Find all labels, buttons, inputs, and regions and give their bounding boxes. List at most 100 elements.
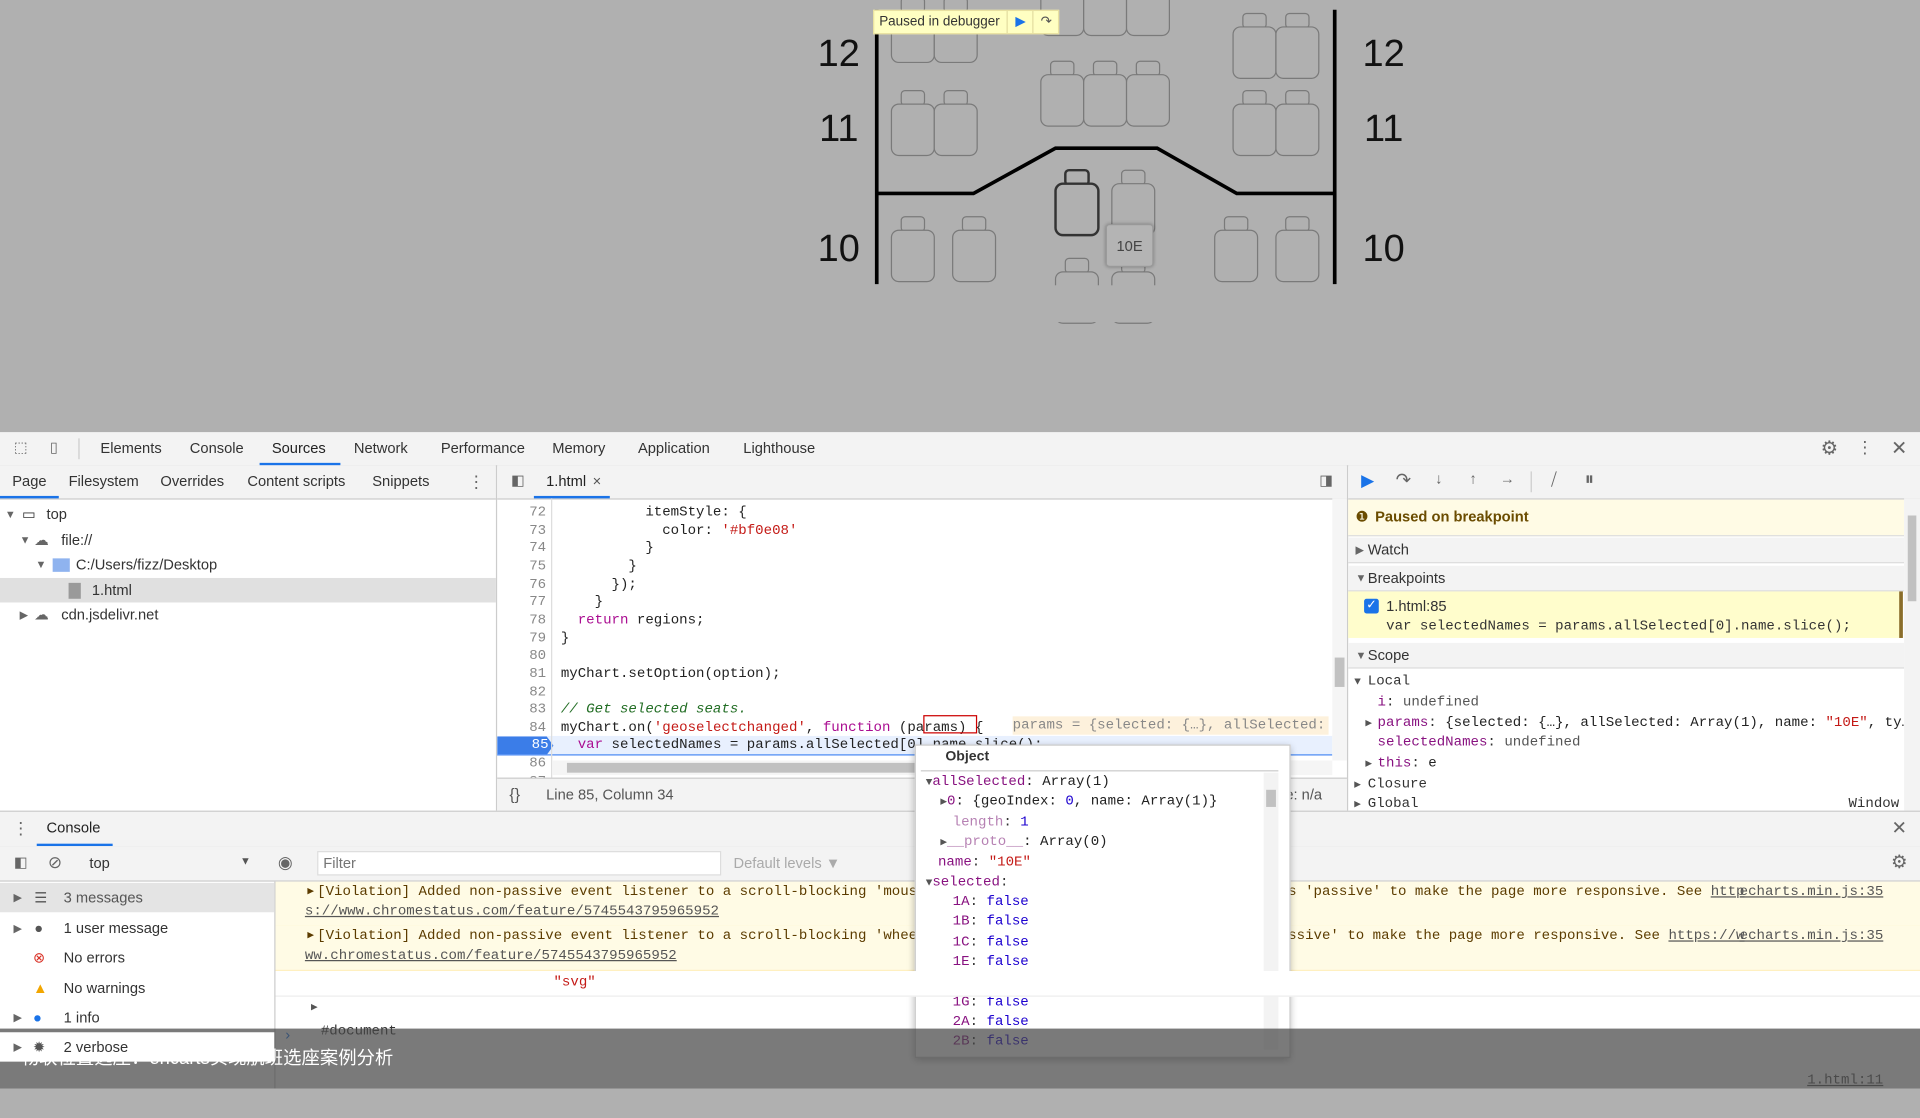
tab-console[interactable]: Console [190, 432, 244, 465]
seat[interactable] [952, 216, 997, 283]
nav-tab-filesystem[interactable]: Filesystem [69, 465, 139, 498]
line-number[interactable]: 78 [497, 611, 546, 629]
message-link[interactable]: s://www.chromestatus.com/feature/5745543… [305, 904, 719, 920]
tab-sources[interactable]: Sources [272, 432, 326, 465]
console-settings-icon[interactable]: ⚙ [1889, 851, 1909, 873]
line-number[interactable]: 79 [497, 629, 546, 647]
line-number[interactable]: 86 [497, 754, 546, 772]
seat-map[interactable] [0, 0, 1920, 432]
tree-item-cdn[interactable]: ▶ ☁ cdn.jsdelivr.net [0, 602, 496, 626]
line-number[interactable]: 80 [497, 647, 546, 665]
line-number[interactable]: 72 [497, 503, 546, 521]
code-line[interactable]: 75 } [497, 557, 1332, 575]
breakpoint-item[interactable]: ✓ 1.html:85 var selectedNames = params.a… [1348, 591, 1903, 638]
step-over-icon[interactable]: ↷ [1034, 11, 1058, 33]
line-number[interactable]: 74 [497, 539, 546, 557]
tree-item-top[interactable]: ▼ ▭ top [0, 502, 496, 526]
nav-tab-overrides[interactable]: Overrides [160, 465, 224, 498]
filter-input[interactable] [317, 851, 722, 876]
deactivate-breakpoints-icon[interactable]: ⧸ [1542, 469, 1566, 490]
inspect-element-icon[interactable]: ⬚ [11, 438, 31, 455]
resume-icon[interactable]: ▶ [1358, 470, 1378, 491]
scope-closure[interactable]: ▶ Closure [1348, 775, 1904, 795]
toggle-sidebar-icon[interactable]: ◧ [11, 853, 31, 870]
tab-memory[interactable]: Memory [552, 432, 605, 465]
step-out-icon[interactable]: ↑ [1463, 470, 1483, 487]
scope-global[interactable]: ▶ Global Window [1348, 795, 1904, 811]
line-number[interactable]: 77 [497, 593, 546, 611]
tab-network[interactable]: Network [354, 432, 408, 465]
step-over-icon[interactable]: ↷ [1392, 469, 1414, 491]
seat[interactable] [1054, 168, 1100, 237]
scope-var-selectednames[interactable]: selectedNames: undefined [1348, 733, 1904, 753]
popover-prop-proto[interactable]: ▶__proto__: Array(0) [940, 833, 1107, 853]
code-line[interactable]: 78 return regions; [497, 611, 1332, 629]
seat[interactable] [1214, 216, 1259, 283]
device-toolbar-icon[interactable]: ▯ [45, 438, 62, 455]
seat[interactable] [1232, 12, 1277, 79]
sidebar-errors[interactable]: ⊗ No errors [0, 943, 274, 972]
line-number[interactable]: 82 [497, 683, 546, 701]
toggle-debugger-icon[interactable]: ◨ [1318, 471, 1335, 488]
close-drawer-icon[interactable]: ✕ [1889, 817, 1909, 839]
popover-prop-selected[interactable]: ▼selected: [926, 873, 1009, 893]
popover-scrollbar[interactable] [1263, 772, 1279, 1050]
code-line[interactable]: 77 } [497, 593, 1332, 611]
toggle-navigator-icon[interactable]: ◧ [509, 471, 526, 488]
nav-tab-snippets[interactable]: Snippets [372, 465, 429, 498]
code-line[interactable]: 79} [497, 629, 1332, 647]
line-number[interactable]: 84 [497, 719, 546, 737]
sidebar-warnings[interactable]: ▲ No warnings [0, 973, 274, 1002]
context-select[interactable]: top [89, 855, 109, 872]
object-preview-popover[interactable]: Object ▼allSelected: Array(1) ▶0: {geoIn… [914, 744, 1291, 1058]
sidebar-verbose[interactable]: ▶ ✹ 2 verbose [0, 1032, 275, 1062]
seat[interactable] [933, 90, 978, 157]
code-line[interactable]: 72 itemStyle: { [497, 503, 1332, 521]
line-number[interactable]: 75 [497, 557, 546, 575]
seat[interactable] [890, 216, 935, 283]
seat[interactable] [1040, 60, 1085, 127]
seat[interactable] [1083, 0, 1128, 37]
code-line[interactable]: 82 [497, 683, 1332, 701]
tab-elements[interactable]: Elements [100, 432, 161, 465]
tab-lighthouse[interactable]: Lighthouse [743, 432, 815, 465]
tab-performance[interactable]: Performance [441, 432, 525, 465]
popover-prop-item0[interactable]: ▶0: {geoIndex: 0, name: Array(1)} [940, 792, 1217, 812]
settings-gear-icon[interactable]: ⚙ [1820, 436, 1840, 460]
live-expression-eye-icon[interactable]: ◉ [274, 852, 296, 873]
pause-on-exceptions-icon[interactable]: ⏸ [1580, 469, 1600, 490]
tree-item-file[interactable]: ▼ ☁ file:// [0, 528, 496, 552]
line-number[interactable]: 76 [497, 575, 546, 593]
code-line[interactable]: 81 myChart.setOption(option); [497, 665, 1332, 683]
file-tab[interactable]: 1.html [546, 465, 586, 498]
section-breakpoints[interactable]: ▼ Breakpoints [1348, 565, 1905, 592]
popover-prop-allselected[interactable]: ▼allSelected: Array(1) [926, 773, 1110, 793]
clear-console-icon[interactable]: ⊘ [45, 852, 65, 873]
seat[interactable] [1125, 60, 1171, 127]
breakpoint-line-number[interactable]: 85 [497, 736, 554, 755]
code-line[interactable]: 76 }); [497, 575, 1332, 593]
section-scope[interactable]: ▼ Scope [1348, 642, 1905, 669]
code-line[interactable]: 80 [497, 647, 1332, 665]
breakpoint-checkbox[interactable]: ✓ [1364, 598, 1379, 614]
seat[interactable] [1125, 0, 1171, 37]
sidebar-user-messages[interactable]: ▶ ● 1 user message [0, 913, 274, 942]
seat[interactable] [1083, 60, 1128, 127]
more-options-icon[interactable]: ⋮ [1856, 437, 1873, 458]
sidebar-messages[interactable]: ▶ ☰ 3 messages [0, 882, 275, 913]
editor-vscrollbar[interactable] [1332, 498, 1347, 761]
drawer-menu-icon[interactable]: ⋮ [12, 818, 29, 839]
message-source-link[interactable]: echarts.min.js:35 [1740, 884, 1884, 900]
nav-tab-content-scripts[interactable]: Content scripts [247, 465, 345, 498]
code-line[interactable]: 73 color: '#bf0e08' [497, 521, 1332, 539]
code-line[interactable]: 74 } [497, 539, 1332, 557]
tree-item-file-selected[interactable]: 1.html [0, 577, 496, 603]
drawer-tab-console[interactable]: Console [47, 812, 101, 845]
seat[interactable] [1275, 12, 1320, 79]
message-link[interactable]: ww.chromestatus.com/feature/574554379596… [305, 948, 677, 964]
section-watch[interactable]: ▶ Watch [1348, 537, 1905, 564]
resume-icon[interactable]: ▶ [1008, 11, 1035, 34]
line-number[interactable]: 83 [497, 701, 546, 719]
close-devtools-icon[interactable]: ✕ [1889, 436, 1909, 460]
scope-var-i[interactable]: i: undefined [1348, 693, 1904, 713]
